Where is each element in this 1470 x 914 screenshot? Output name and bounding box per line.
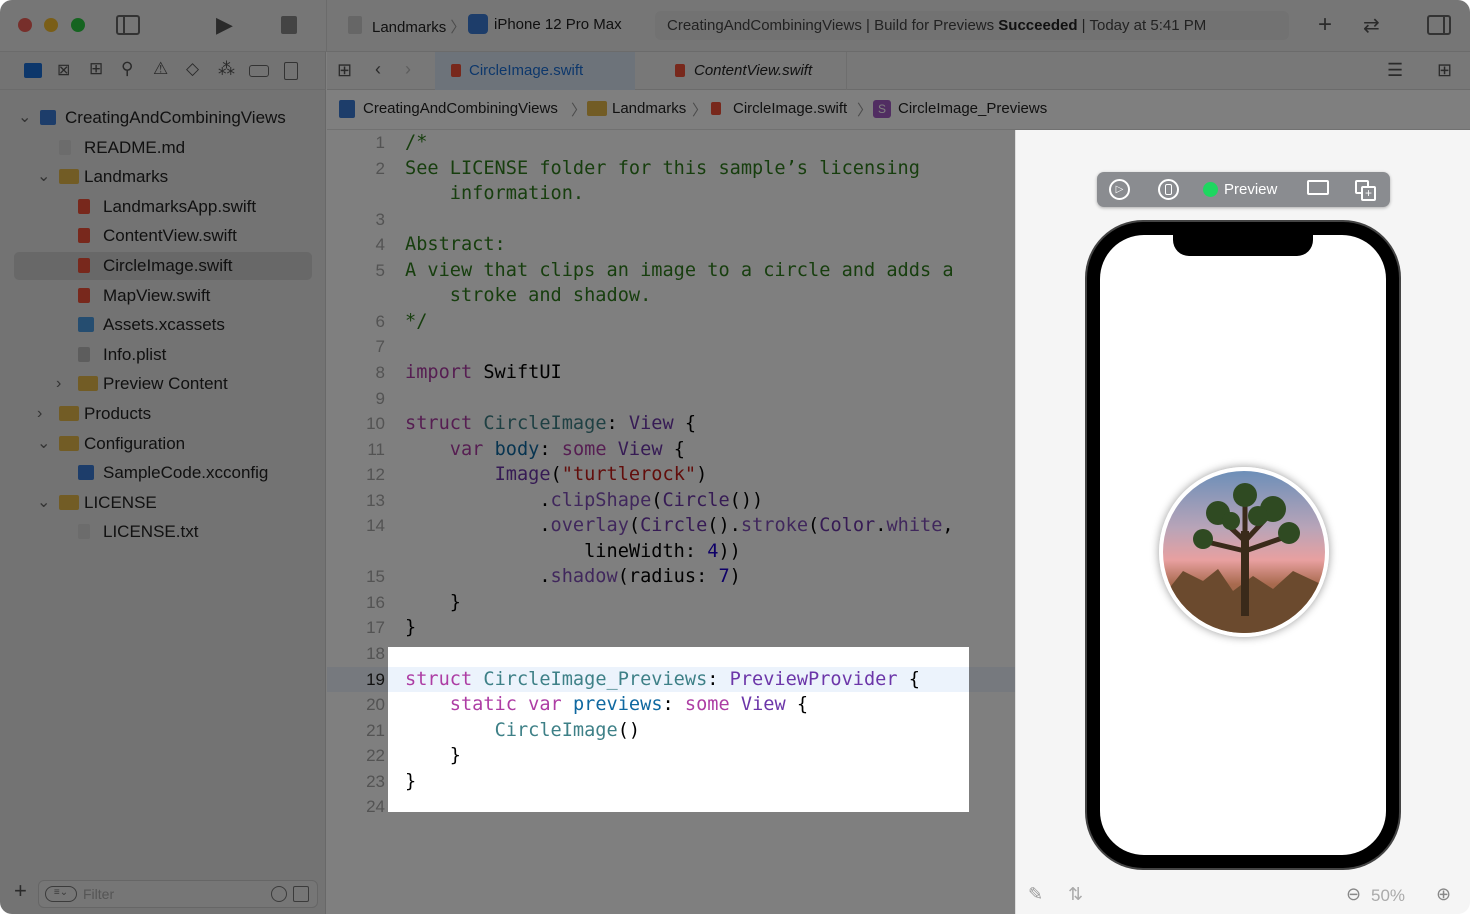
code-line[interactable]: 20 static var previews: some View { (388, 692, 969, 718)
code-text: CircleImage() (405, 718, 641, 744)
code-token: var (528, 694, 562, 716)
duplicate-preview-icon[interactable]: + (1355, 180, 1377, 201)
code-line[interactable]: 21 CircleImage() (388, 718, 969, 744)
dim-overlay (969, 130, 1015, 914)
dim-overlay (388, 130, 969, 647)
code-text: } (405, 743, 461, 769)
dim-overlay (0, 0, 1470, 130)
code-token: } (405, 770, 417, 792)
preview-settings-icon[interactable] (1307, 180, 1329, 195)
pin-icon[interactable]: ✎ (1028, 884, 1043, 905)
zoom-out-icon[interactable]: ⊖ (1346, 884, 1361, 905)
code-text: static var previews: some View { (405, 692, 808, 718)
code-token: CircleImage_Previews (483, 668, 708, 690)
code-line[interactable]: 18 (388, 647, 969, 667)
adjust-icon[interactable]: ⇅ (1068, 884, 1083, 905)
code-line[interactable]: 23} (388, 769, 969, 795)
code-token: some (684, 694, 730, 716)
dim-overlay (0, 130, 388, 914)
code-token: PreviewProvider (729, 668, 898, 690)
code-text: } (405, 769, 416, 795)
code-line[interactable]: 24 (388, 794, 969, 812)
zoom-level: 50% (1371, 886, 1406, 905)
code-token: { (897, 668, 920, 690)
notch (1173, 232, 1313, 256)
code-token: } (405, 745, 461, 767)
turtlerock-image (1159, 467, 1329, 637)
code-text: struct CircleImage_Previews: PreviewProv… (405, 667, 920, 693)
code-token: : (662, 694, 685, 716)
zoom-in-icon[interactable]: ⊕ (1436, 884, 1451, 905)
preview-controls: ▷ Preview + (1097, 172, 1390, 207)
highlighted-code: 1/*2See LICENSE folder for this sample’s… (388, 647, 969, 812)
dim-overlay (388, 812, 969, 914)
preview-label[interactable]: Preview (1224, 181, 1277, 198)
live-preview-icon[interactable]: ▷ (1109, 179, 1130, 200)
preview-status-icon (1203, 182, 1218, 197)
code-token: () (617, 719, 641, 741)
device-preview-icon[interactable] (1158, 179, 1179, 200)
code-token: View (740, 694, 786, 716)
code-token: : (707, 668, 730, 690)
code-token: { (785, 694, 809, 716)
canvas: ▷ Preview + ✎ ⇅ ⊖ 50% ⊕ (1015, 130, 1470, 914)
code-token: static (449, 694, 517, 716)
iphone-frame (1087, 222, 1399, 868)
code-token: struct (405, 668, 473, 690)
code-line[interactable]: 19struct CircleImage_Previews: PreviewPr… (388, 666, 969, 693)
code-token: CircleImage (494, 719, 618, 741)
code-line[interactable]: 22 } (388, 743, 969, 769)
code-token: previews (572, 694, 663, 716)
